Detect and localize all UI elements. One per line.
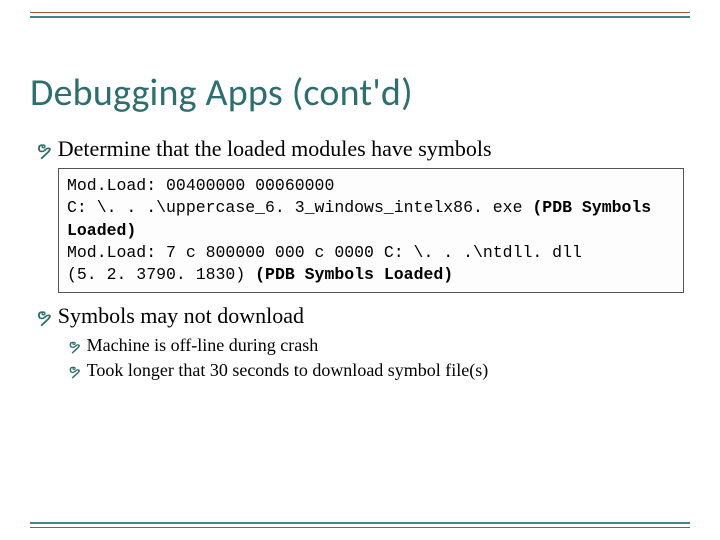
bullet-swirl-icon: ຯ: [68, 361, 81, 381]
bullet-swirl-icon: ຯ: [36, 140, 52, 160]
code-text: Mod.Load: 00400000 00060000: [67, 176, 334, 195]
bullet-level1: ຯ Symbols may not download: [36, 303, 690, 329]
decor-line-bottom-teal: [30, 522, 690, 524]
bullet-level1: ຯ Determine that the loaded modules have…: [36, 136, 690, 162]
decor-line-top-teal: [30, 16, 690, 18]
code-block: Mod.Load: 00400000 00060000 C: \. . .\up…: [58, 168, 684, 293]
code-line: (5. 2. 3790. 1830) (PDB Symbols Loaded): [67, 264, 675, 286]
code-text: C: \. . .\uppercase_6. 3_windows_intelx8…: [67, 198, 532, 217]
bullet-level2: ຯ Took longer that 30 seconds to downloa…: [68, 360, 690, 381]
code-line: C: \. . .\uppercase_6. 3_windows_intelx8…: [67, 197, 675, 242]
bullet-level2: ຯ Machine is off-line during crash: [68, 335, 690, 356]
code-text: (5. 2. 3790. 1830): [67, 265, 255, 284]
slide: Debugging Apps (cont'd) ຯ Determine that…: [0, 0, 720, 540]
code-line: Mod.Load: 7 c 800000 000 c 0000 C: \. . …: [67, 242, 675, 264]
code-line: Mod.Load: 00400000 00060000: [67, 175, 675, 197]
slide-title: Debugging Apps (cont'd): [30, 70, 690, 116]
code-text-bold: (PDB Symbols Loaded): [255, 265, 453, 284]
bullet-text: Took longer that 30 seconds to download …: [87, 360, 489, 381]
bullet-swirl-icon: ຯ: [36, 307, 52, 327]
bullet-text: Machine is off-line during crash: [87, 335, 319, 356]
bullet-text: Determine that the loaded modules have s…: [58, 136, 492, 162]
bullet-swirl-icon: ຯ: [68, 336, 81, 356]
decor-line-top-red: [30, 12, 690, 13]
code-text: Mod.Load: 7 c 800000 000 c 0000 C: \. . …: [67, 243, 582, 262]
decor-line-bottom-red: [30, 527, 690, 528]
bullet-text: Symbols may not download: [58, 303, 304, 329]
